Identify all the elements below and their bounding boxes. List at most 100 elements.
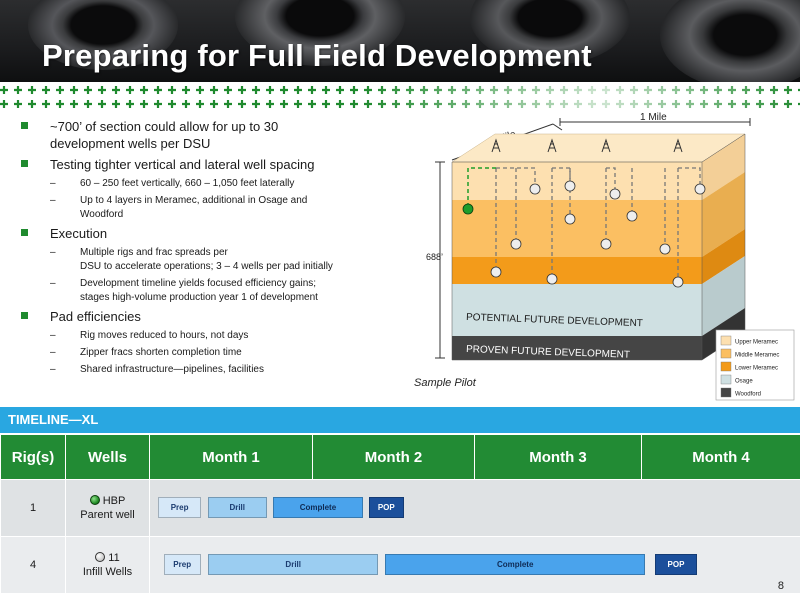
- sub-bullet-text: stages high-volume production year 1 of …: [80, 292, 318, 303]
- page-title: Preparing for Full Field Development: [42, 38, 592, 73]
- cross-mark: [490, 100, 498, 108]
- cross-mark: [448, 86, 456, 94]
- pipe-image-4: [660, 0, 800, 82]
- legend-swatch: [720, 361, 732, 372]
- cross-mark: [686, 100, 694, 108]
- gantt-bar-drill: Drill: [207, 554, 379, 575]
- cross-mark: [434, 86, 442, 94]
- legend-swatch: [720, 374, 732, 385]
- cross-mark: [630, 86, 638, 94]
- cross-mark: [770, 86, 778, 94]
- legend-label: Lower Meramec: [735, 366, 778, 372]
- cross-mark: [140, 100, 148, 108]
- cross-mark: [616, 86, 624, 94]
- legend-label: Upper Meramec: [735, 340, 778, 346]
- cross-mark: [336, 86, 344, 94]
- layer-osage: [452, 284, 702, 336]
- cross-mark: [700, 86, 708, 94]
- cross-mark: [378, 100, 386, 108]
- cross-mark: [616, 100, 624, 108]
- cross-mark: [364, 86, 372, 94]
- cross-mark: [644, 100, 652, 108]
- cross-mark: [42, 100, 50, 108]
- cross-mark: [504, 86, 512, 94]
- cross-mark: [392, 86, 400, 94]
- sub-bullet-text: Rig moves reduced to hours, not days: [80, 330, 249, 341]
- cross-mark: [308, 100, 316, 108]
- cross-mark: [238, 86, 246, 94]
- cross-mark: [602, 86, 610, 94]
- cross-mark: [490, 86, 498, 94]
- cross-mark: [182, 86, 190, 94]
- cross-mark: [266, 100, 274, 108]
- bullet-text: ~700’ of section could allow for up to 3…: [50, 119, 279, 134]
- col-header-month-1: Month 1: [149, 434, 313, 480]
- cross-mark: [98, 100, 106, 108]
- diagram-legend: Upper Meramec Middle Meramec Lower Meramec…: [715, 329, 795, 401]
- cross-mark: [280, 100, 288, 108]
- cross-mark: [462, 86, 470, 94]
- cross-mark: [420, 86, 428, 94]
- sub-bullet-item: Rig moves reduced to hours, not days: [18, 329, 408, 343]
- bullet-item: Testing tighter vertical and lateral wel…: [18, 156, 408, 173]
- parent-well-icon: [89, 495, 100, 505]
- timeline-header: TIMELINE—XL: [0, 407, 800, 433]
- cross-mark: [406, 86, 414, 94]
- cross-mark: [560, 86, 568, 94]
- cross-mark: [588, 100, 596, 108]
- decorative-cross-pattern: [0, 86, 800, 108]
- layer-upper-meramec: [452, 162, 702, 200]
- cross-mark: [56, 86, 64, 94]
- bullet-text: development wells per DSU: [50, 136, 211, 151]
- cross-mark: [266, 86, 274, 94]
- cross-mark: [406, 100, 414, 108]
- sample-pilot-diagram: 1 Mile 1 Mile 688’: [426, 112, 795, 401]
- timeline-header-row: Rig(s) Wells Month 1 Month 2 Month 3 Mon…: [0, 434, 800, 480]
- bullet-text: Testing tighter vertical and lateral wel…: [50, 157, 315, 172]
- sub-bullet-item: Up to 4 layers in Meramec, additional in…: [18, 194, 408, 222]
- cross-mark: [392, 100, 400, 108]
- cross-mark: [574, 100, 582, 108]
- cross-mark: [28, 86, 36, 94]
- cross-mark: [462, 100, 470, 108]
- cross-mark: [294, 100, 302, 108]
- cross-mark: [756, 86, 764, 94]
- sub-bullet-text: Multiple rigs and frac spreads per: [80, 247, 228, 258]
- cross-mark: [350, 100, 358, 108]
- bullet-text: Pad efficiencies: [50, 309, 141, 324]
- cross-mark: [504, 100, 512, 108]
- cross-mark: [350, 86, 358, 94]
- wells-count: HBP: [102, 495, 126, 507]
- cross-mark: [140, 86, 148, 94]
- gantt-bar-drill: Drill: [207, 497, 267, 518]
- cross-mark: [322, 100, 330, 108]
- cross-mark: [126, 100, 134, 108]
- cross-mark: [728, 86, 736, 94]
- legend-swatch: [720, 335, 732, 346]
- legend-label: Middle Meramec: [735, 353, 779, 359]
- cross-mark: [84, 86, 92, 94]
- sub-bullet-text: Zipper fracs shorten completion time: [80, 347, 242, 358]
- cross-mark: [658, 100, 666, 108]
- col-header-month-2: Month 2: [312, 434, 475, 480]
- wells-count-line: 11: [66, 551, 149, 565]
- timeline-row: 4 11 Infill Wells Prep Drill Complete POP: [0, 536, 800, 594]
- cross-mark: [112, 86, 120, 94]
- infill-well-icon: [95, 552, 106, 562]
- cross-mark: [210, 100, 218, 108]
- gantt-bar-prep: Prep: [158, 497, 201, 518]
- cross-mark: [294, 86, 302, 94]
- wells-label: Parent well: [80, 509, 135, 521]
- block-side-face: [702, 134, 745, 360]
- cross-mark: [448, 100, 456, 108]
- cross-mark: [154, 86, 162, 94]
- cross-mark: [112, 100, 120, 108]
- col-header-rigs: Rig(s): [0, 434, 66, 480]
- cross-mark: [196, 100, 204, 108]
- cross-mark: [546, 100, 554, 108]
- sub-bullet-text: Development timeline yields focused effi…: [80, 278, 317, 289]
- cross-mark: [252, 100, 260, 108]
- cross-mark: [182, 100, 190, 108]
- cross-mark: [224, 86, 232, 94]
- cross-mark: [602, 100, 610, 108]
